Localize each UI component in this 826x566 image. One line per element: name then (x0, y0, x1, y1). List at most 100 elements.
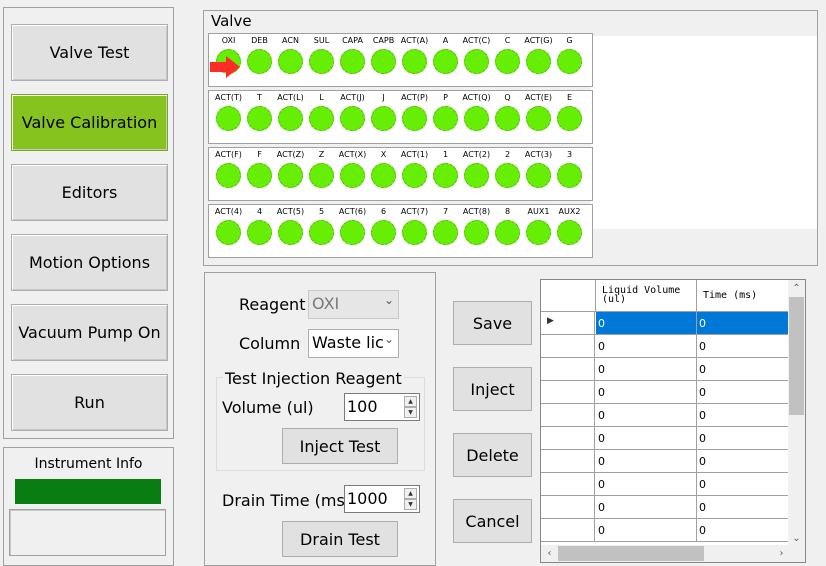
volume-input[interactable]: 100 ▲ ▼ (344, 393, 420, 421)
liquid-volume-cell[interactable]: 0 (596, 312, 697, 334)
valve-indicator-icon[interactable] (216, 220, 241, 245)
vertical-scroll-thumb[interactable] (789, 297, 804, 415)
row-header[interactable] (541, 427, 595, 449)
time-cell[interactable]: 0 (697, 519, 790, 541)
valve-cell[interactable]: AUX2 (554, 205, 585, 257)
valve-indicator-icon[interactable] (495, 220, 520, 245)
table-row[interactable]: 00 (541, 404, 790, 427)
valve-indicator-icon[interactable] (340, 220, 365, 245)
time-cell[interactable]: 0 (697, 358, 790, 380)
scroll-left-icon[interactable]: ‹ (541, 545, 558, 562)
valve-indicator-icon[interactable] (309, 220, 334, 245)
valve-indicator-icon[interactable] (433, 49, 458, 74)
calibration-grid[interactable]: Liquid Volume (ul) Time (ms) ▶ 0 0 0 0 0 0 0 0 0 0… (540, 279, 806, 563)
liquid-volume-cell[interactable]: 0 (596, 473, 697, 495)
scroll-up-icon[interactable]: ⌃ (788, 280, 805, 297)
valve-indicator-icon[interactable] (371, 106, 396, 131)
row-header[interactable] (541, 450, 595, 472)
vacuum-pump-button[interactable]: Vacuum Pump On (11, 304, 168, 361)
spin-down-icon[interactable]: ▼ (404, 407, 417, 418)
valve-indicator-icon[interactable] (309, 106, 334, 131)
valve-cell[interactable]: G (554, 34, 585, 86)
row-header[interactable] (541, 404, 595, 426)
liquid-volume-cell[interactable]: 0 (596, 404, 697, 426)
table-row[interactable]: 00 (541, 519, 790, 542)
valve-indicator-icon[interactable] (216, 106, 241, 131)
valve-indicator-icon[interactable] (557, 106, 582, 131)
valve-indicator-icon[interactable] (278, 106, 303, 131)
table-row[interactable]: 00 (541, 335, 790, 358)
row-header[interactable] (541, 473, 595, 495)
valve-indicator-icon[interactable] (495, 163, 520, 188)
editors-button[interactable]: Editors (11, 164, 168, 221)
valve-cell[interactable]: 3 (554, 148, 585, 200)
table-row[interactable]: 00 (541, 473, 790, 496)
horizontal-scrollbar[interactable]: ‹ › (541, 545, 790, 562)
liquid-volume-column-header[interactable]: Liquid Volume (ul) (596, 280, 697, 311)
column-select[interactable]: Waste lic ⌄ (308, 329, 399, 358)
valve-indicator-icon[interactable] (247, 106, 272, 131)
valve-indicator-icon[interactable] (526, 163, 551, 188)
row-header[interactable] (541, 519, 595, 541)
valve-indicator-icon[interactable] (340, 49, 365, 74)
time-cell[interactable]: 0 (697, 312, 790, 334)
valve-indicator-icon[interactable] (433, 106, 458, 131)
valve-indicator-icon[interactable] (309, 49, 334, 74)
inject-test-button[interactable]: Inject Test (282, 428, 398, 464)
valve-indicator-icon[interactable] (278, 220, 303, 245)
table-row[interactable]: 00 (541, 496, 790, 519)
table-row[interactable]: 00 (541, 358, 790, 381)
valve-indicator-icon[interactable] (278, 163, 303, 188)
liquid-volume-cell[interactable]: 0 (596, 450, 697, 472)
valve-indicator-icon[interactable] (247, 49, 272, 74)
time-cell[interactable]: 0 (697, 496, 790, 518)
save-button[interactable]: Save (453, 301, 532, 345)
row-header[interactable] (541, 381, 595, 403)
valve-indicator-icon[interactable] (464, 220, 489, 245)
valve-indicator-icon[interactable] (340, 163, 365, 188)
row-header[interactable] (541, 496, 595, 518)
time-cell[interactable]: 0 (697, 335, 790, 357)
valve-indicator-icon[interactable] (526, 106, 551, 131)
valve-indicator-icon[interactable] (495, 106, 520, 131)
valve-indicator-icon[interactable] (402, 163, 427, 188)
drain-time-input[interactable]: 1000 ▲ ▼ (344, 485, 420, 513)
valve-indicator-icon[interactable] (402, 106, 427, 131)
time-cell[interactable]: 0 (697, 450, 790, 472)
time-cell[interactable]: 0 (697, 427, 790, 449)
drain-test-button[interactable]: Drain Test (282, 521, 398, 557)
valve-indicator-icon[interactable] (371, 220, 396, 245)
valve-indicator-icon[interactable] (247, 163, 272, 188)
valve-indicator-icon[interactable] (526, 49, 551, 74)
time-cell[interactable]: 0 (697, 404, 790, 426)
valve-calibration-button[interactable]: Valve Calibration (11, 94, 168, 151)
valve-test-button[interactable]: Valve Test (11, 24, 168, 81)
table-row[interactable]: 00 (541, 450, 790, 473)
valve-indicator-icon[interactable] (557, 220, 582, 245)
valve-indicator-icon[interactable] (278, 49, 303, 74)
inject-button[interactable]: Inject (453, 367, 532, 411)
valve-indicator-icon[interactable] (371, 163, 396, 188)
valve-indicator-icon[interactable] (557, 49, 582, 74)
valve-indicator-icon[interactable] (495, 49, 520, 74)
vertical-scrollbar[interactable]: ⌃ ⌄ (788, 280, 805, 547)
spin-down-icon[interactable]: ▼ (404, 499, 417, 510)
horizontal-scroll-thumb[interactable] (558, 546, 704, 561)
valve-indicator-icon[interactable] (433, 220, 458, 245)
cancel-button[interactable]: Cancel (453, 499, 532, 543)
table-row[interactable]: ▶ 0 0 (541, 312, 790, 335)
spin-up-icon[interactable]: ▲ (404, 396, 417, 407)
time-cell[interactable]: 0 (697, 381, 790, 403)
valve-indicator-icon[interactable] (526, 220, 551, 245)
valve-cell[interactable]: E (554, 91, 585, 143)
spin-up-icon[interactable]: ▲ (404, 488, 417, 499)
valve-indicator-icon[interactable] (464, 163, 489, 188)
motion-options-button[interactable]: Motion Options (11, 234, 168, 291)
valve-indicator-icon[interactable] (340, 106, 365, 131)
reagent-select[interactable]: OXI ⌄ (308, 290, 399, 319)
valve-indicator-icon[interactable] (371, 49, 396, 74)
table-row[interactable]: 00 (541, 427, 790, 450)
valve-indicator-icon[interactable] (464, 106, 489, 131)
run-button[interactable]: Run (11, 374, 168, 431)
table-row[interactable]: 00 (541, 381, 790, 404)
